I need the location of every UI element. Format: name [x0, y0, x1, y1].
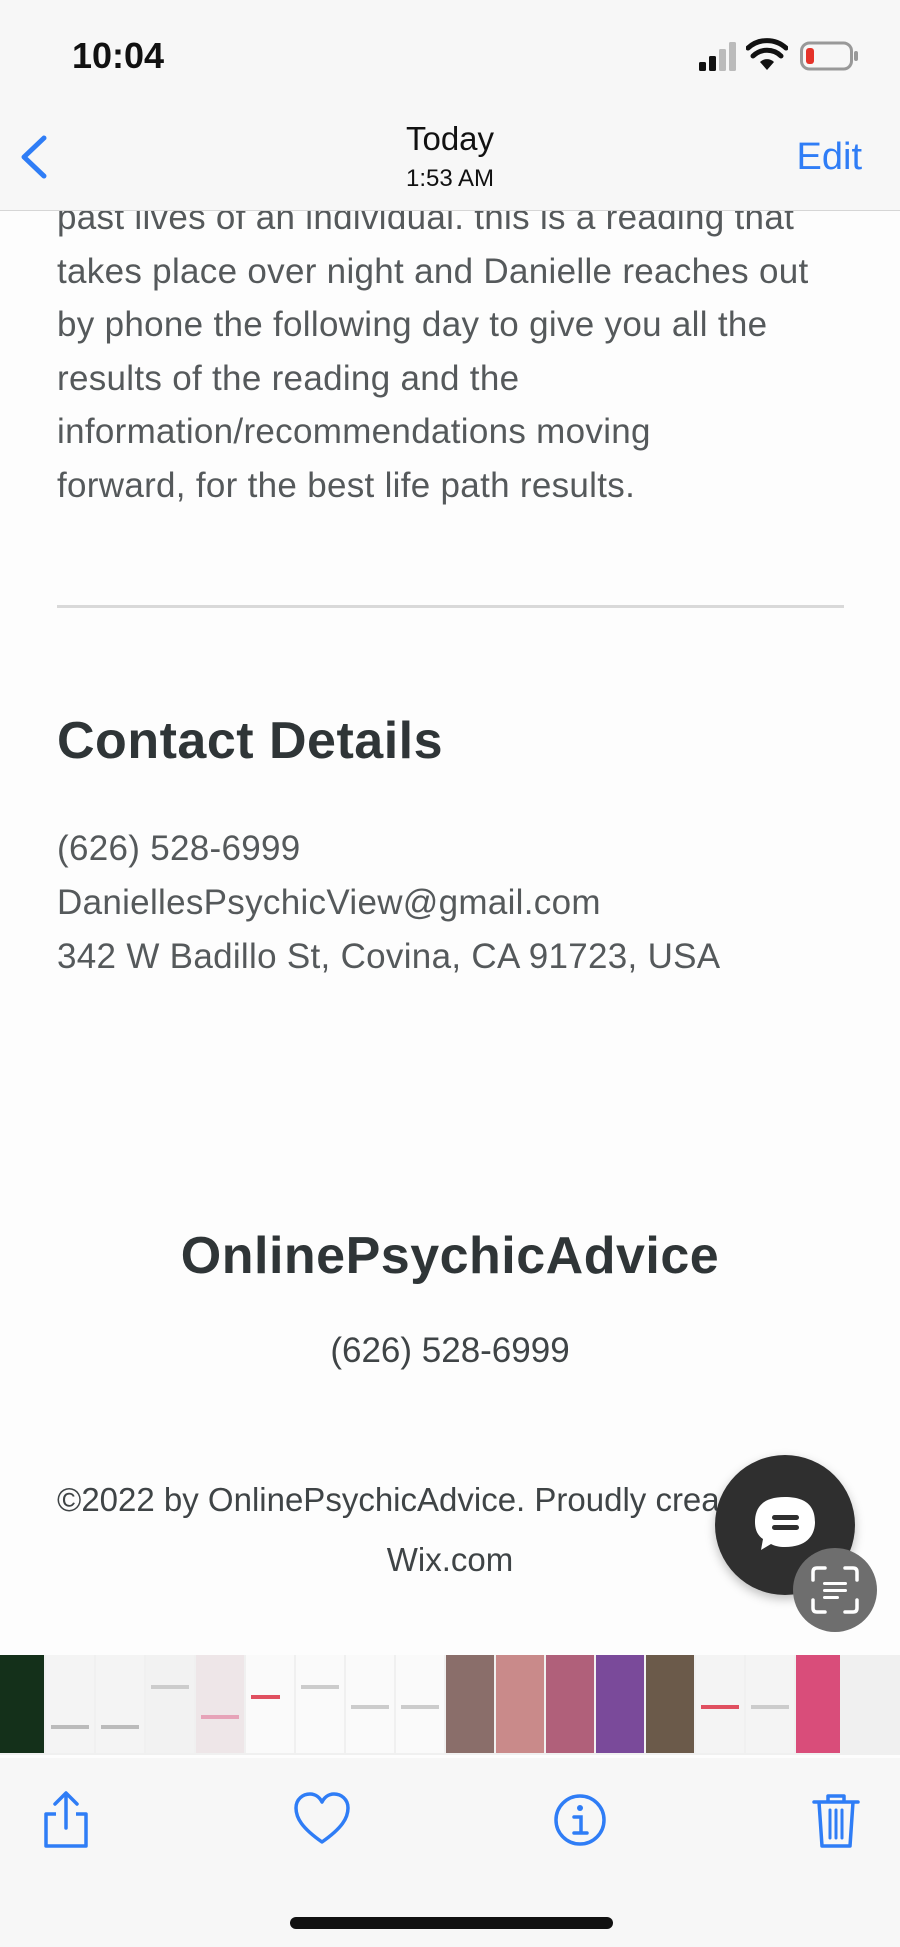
description-line: takes place over night and Danielle reac…	[57, 251, 809, 291]
wifi-icon	[746, 38, 788, 70]
thumbnail[interactable]	[346, 1655, 394, 1753]
nav-title: Today	[405, 120, 495, 157]
thumbnail[interactable]	[96, 1655, 144, 1753]
thumbnail[interactable]	[196, 1655, 244, 1753]
thumbnail[interactable]	[546, 1655, 594, 1753]
thumbnail[interactable]	[246, 1655, 294, 1753]
thumbnail[interactable]	[496, 1655, 544, 1753]
home-indicator[interactable]	[290, 1917, 613, 1929]
share-icon[interactable]	[36, 1788, 96, 1852]
copyright-text: ©2022 by OnlinePsychicAdvice. Proudly cr…	[57, 1481, 720, 1518]
live-text-scan-icon	[811, 1566, 859, 1614]
thumbnail[interactable]	[396, 1655, 444, 1753]
thumbnail[interactable]	[596, 1655, 644, 1753]
navigation-bar: Today 1:53 AM Edit	[0, 110, 900, 211]
description-line: results of the reading and the	[57, 358, 520, 398]
contact-address: 342 W Badillo St, Covina, CA 91723, USA	[57, 937, 721, 976]
thumbnail[interactable]	[146, 1655, 194, 1753]
photo-content: past lives of an individual. this is a r…	[0, 211, 900, 1641]
thumbnail-strip[interactable]	[0, 1655, 900, 1755]
description-line: information/recommendations moving	[57, 412, 651, 451]
thumbnail[interactable]	[296, 1655, 344, 1753]
cellular-signal-icon	[699, 42, 736, 71]
live-text-button[interactable]	[793, 1548, 877, 1632]
status-time: 10:04	[72, 35, 165, 76]
battery-icon	[800, 41, 858, 71]
description-line: past lives of an individual. this is a r…	[57, 211, 795, 237]
footer-phone: (626) 528-6999	[330, 1331, 570, 1370]
contact-phone: (626) 528-6999	[57, 829, 301, 868]
nav-subtitle: 1:53 AM	[405, 165, 495, 192]
heart-icon[interactable]	[292, 1788, 352, 1852]
thumbnail[interactable]	[46, 1655, 94, 1753]
status-bar: 10:04	[0, 0, 900, 110]
divider	[57, 605, 844, 608]
edit-button[interactable]: Edit	[797, 136, 862, 179]
contact-heading: Contact Details	[57, 712, 444, 770]
description-line: by phone the following day to give you a…	[57, 305, 768, 344]
thumbnail[interactable]	[0, 1655, 44, 1753]
thumbnail[interactable]	[746, 1655, 794, 1753]
brand-name: OnlinePsychicAdvice	[180, 1227, 720, 1285]
thumbnail[interactable]	[696, 1655, 744, 1753]
description-line: forward, for the best life path results.	[57, 465, 636, 505]
thumbnail[interactable]	[446, 1655, 494, 1753]
trash-icon[interactable]	[806, 1788, 866, 1852]
info-icon[interactable]	[550, 1788, 610, 1852]
thumbnail[interactable]	[646, 1655, 694, 1753]
description-text: past lives of an individual. this is a r…	[57, 211, 857, 512]
thumbnail[interactable]	[796, 1655, 840, 1753]
contact-email: DaniellesPsychicView@gmail.com	[57, 883, 601, 922]
